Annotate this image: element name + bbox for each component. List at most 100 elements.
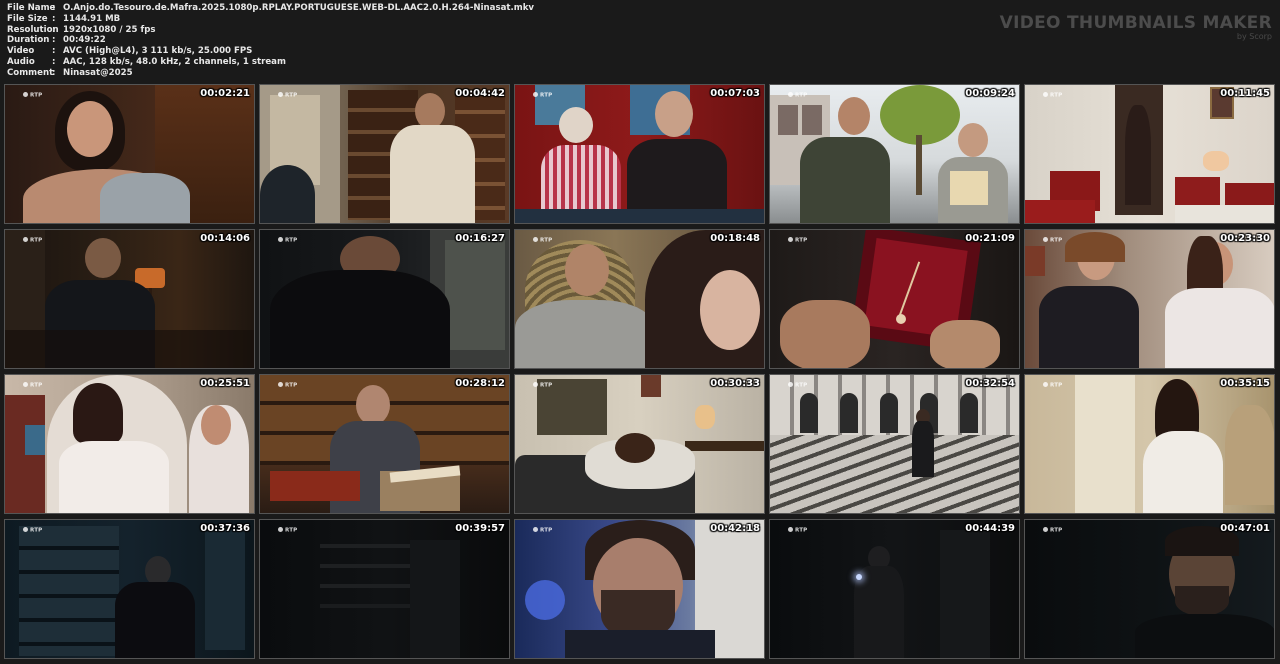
rtp-logo: RTP xyxy=(278,92,297,99)
thumbnail[interactable]: RTP 00:23:30 xyxy=(1024,229,1275,369)
rtp-logo: RTP xyxy=(788,382,807,389)
thumbnail[interactable]: RTP 00:32:54 xyxy=(769,374,1020,514)
video-frame xyxy=(1025,85,1274,223)
rtp-logo: RTP xyxy=(1043,92,1062,99)
timestamp: 00:47:01 xyxy=(1220,523,1270,534)
thumbnail[interactable]: RTP 00:35:15 xyxy=(1024,374,1275,514)
thumbnail[interactable]: RTP 00:30:33 xyxy=(514,374,765,514)
timestamp: 00:02:21 xyxy=(200,88,250,99)
timestamp: 00:09:24 xyxy=(965,88,1015,99)
info-label: File Name xyxy=(7,3,56,13)
timestamp: 00:18:48 xyxy=(710,233,760,244)
rtp-logo: RTP xyxy=(533,382,552,389)
thumbnail[interactable]: RTP 00:39:57 xyxy=(259,519,510,659)
rtp-logo: RTP xyxy=(1043,382,1062,389)
rtp-logo: RTP xyxy=(23,527,42,534)
timestamp: 00:07:03 xyxy=(710,88,760,99)
thumbnail[interactable]: RTP 00:28:12 xyxy=(259,374,510,514)
info-separator: : xyxy=(52,56,56,67)
timestamp: 00:11:45 xyxy=(1220,88,1270,99)
timestamp: 00:16:27 xyxy=(455,233,505,244)
info-row-file-name: File Name : O.Anjo.do.Tesouro.de.Mafra.2… xyxy=(7,3,534,14)
thumbnail[interactable]: RTP 00:14:06 xyxy=(4,229,255,369)
thumbnail[interactable]: RTP 00:07:03 xyxy=(514,84,765,224)
timestamp: 00:37:36 xyxy=(200,523,250,534)
rtp-logo: RTP xyxy=(1043,237,1062,244)
video-frame xyxy=(770,230,1019,368)
rtp-logo: RTP xyxy=(533,527,552,534)
info-value: O.Anjo.do.Tesouro.de.Mafra.2025.1080p.RP… xyxy=(63,3,535,13)
info-value: 1144.91 MB xyxy=(63,13,121,24)
video-frame xyxy=(5,230,254,368)
rtp-logo: RTP xyxy=(788,527,807,534)
brand-watermark: VIDEO THUMBNAILS MAKER by Scorp xyxy=(1000,14,1272,41)
brand-title: VIDEO THUMBNAILS MAKER xyxy=(999,13,1272,33)
thumbnail[interactable]: RTP 00:21:09 xyxy=(769,229,1020,369)
thumbnail[interactable]: RTP 00:02:21 xyxy=(4,84,255,224)
rtp-logo: RTP xyxy=(278,527,297,534)
timestamp: 00:44:39 xyxy=(965,523,1015,534)
thumbnail[interactable]: RTP 00:25:51 xyxy=(4,374,255,514)
timestamp: 00:30:33 xyxy=(710,378,760,389)
rtp-logo: RTP xyxy=(278,382,297,389)
rtp-logo: RTP xyxy=(23,237,42,244)
timestamp: 00:23:30 xyxy=(1220,233,1270,244)
thumbnail[interactable]: RTP 00:18:48 xyxy=(514,229,765,369)
timestamp: 00:25:51 xyxy=(200,378,250,389)
info-label: Audio xyxy=(7,56,35,67)
video-frame xyxy=(5,85,254,223)
thumbnail[interactable]: RTP 00:47:01 xyxy=(1024,519,1275,659)
timestamp: 00:39:57 xyxy=(455,523,505,534)
thumbnail[interactable]: RTP 00:37:36 xyxy=(4,519,255,659)
info-row-file-size: File Size : 1144.91 MB xyxy=(7,14,534,25)
timestamp: 00:35:15 xyxy=(1220,378,1270,389)
info-value: 00:49:22 xyxy=(63,35,106,46)
info-label: Video xyxy=(7,46,35,57)
timestamp: 00:04:42 xyxy=(455,88,505,99)
video-frame xyxy=(515,85,764,223)
thumbnail[interactable]: RTP 00:42:18 xyxy=(514,519,765,659)
info-label: Resolution xyxy=(7,24,59,35)
thumbnail[interactable]: RTP 00:09:24 xyxy=(769,84,1020,224)
info-label: Comment xyxy=(7,67,54,78)
video-frame xyxy=(770,375,1019,513)
thumbnail[interactable]: RTP 00:44:39 xyxy=(769,519,1020,659)
video-frame xyxy=(260,230,509,368)
info-value: 1920x1080 / 25 fps xyxy=(63,24,156,35)
info-row-audio: Audio : AAC, 128 kb/s, 48.0 kHz, 2 chann… xyxy=(7,57,534,68)
rtp-logo: RTP xyxy=(788,92,807,99)
rtp-logo: RTP xyxy=(23,92,42,99)
info-separator: : xyxy=(52,3,56,13)
video-frame xyxy=(1025,520,1274,658)
timestamp: 00:14:06 xyxy=(200,233,250,244)
info-label: File Size xyxy=(7,13,48,24)
info-value: AVC (High@L4), 3 111 kb/s, 25.000 FPS xyxy=(63,46,253,57)
thumbnail[interactable]: RTP 00:04:42 xyxy=(259,84,510,224)
info-row-duration: Duration : 00:49:22 xyxy=(7,35,534,46)
video-frame xyxy=(515,375,764,513)
rtp-logo: RTP xyxy=(788,237,807,244)
video-frame xyxy=(515,520,764,658)
thumbnail[interactable]: RTP 00:16:27 xyxy=(259,229,510,369)
video-frame xyxy=(260,375,509,513)
thumbnail-sheet: File Name : O.Anjo.do.Tesouro.de.Mafra.2… xyxy=(0,0,1280,664)
file-info-panel: File Name : O.Anjo.do.Tesouro.de.Mafra.2… xyxy=(7,3,534,79)
brand-subtitle: by Scorp xyxy=(1236,32,1272,41)
video-frame xyxy=(770,85,1019,223)
info-separator: : xyxy=(52,24,56,35)
rtp-logo: RTP xyxy=(533,237,552,244)
info-separator: : xyxy=(52,46,56,57)
video-frame xyxy=(5,520,254,658)
rtp-logo: RTP xyxy=(23,382,42,389)
info-row-comment: Comment : Ninasat@2025 xyxy=(7,68,534,79)
video-frame xyxy=(260,85,509,223)
rtp-logo: RTP xyxy=(533,92,552,99)
info-row-video: Video : AVC (High@L4), 3 111 kb/s, 25.00… xyxy=(7,46,534,57)
video-frame xyxy=(5,375,254,513)
video-frame xyxy=(1025,375,1274,513)
rtp-logo: RTP xyxy=(1043,527,1062,534)
info-row-resolution: Resolution : 1920x1080 / 25 fps xyxy=(7,25,534,36)
thumbnail[interactable]: RTP 00:11:45 xyxy=(1024,84,1275,224)
info-separator: : xyxy=(52,35,56,46)
info-separator: : xyxy=(52,13,56,24)
